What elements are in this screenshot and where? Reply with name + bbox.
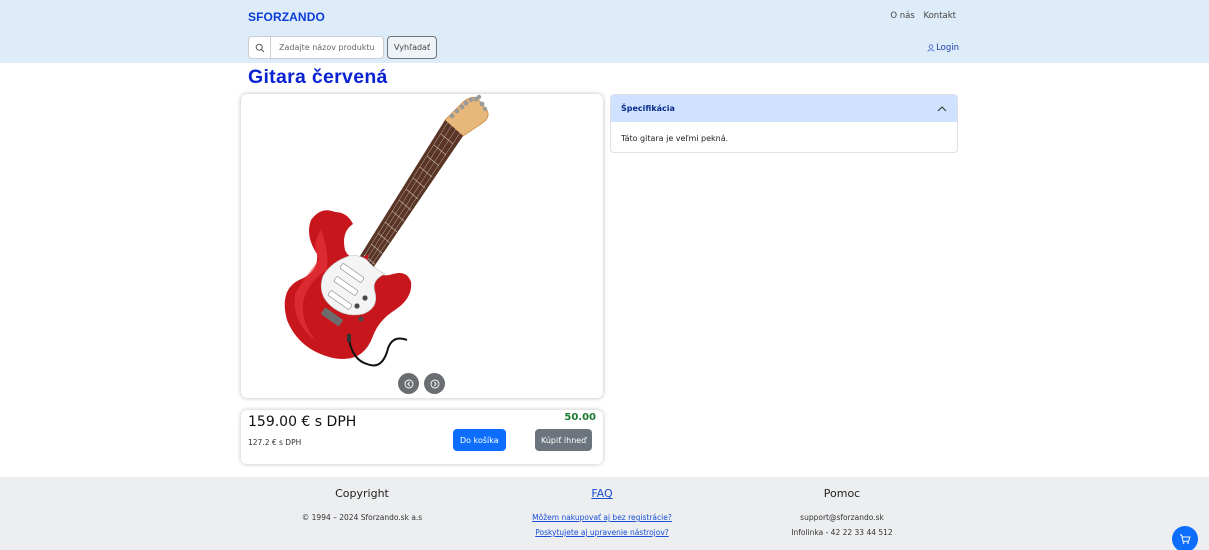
- footer-help: Pomoc support@sforzando.sk Infolinka - 4…: [722, 477, 962, 537]
- discount-value: 50.00: [564, 412, 596, 423]
- copyright-title: Copyright: [335, 487, 389, 500]
- help-phone: Infolinka - 42 22 33 44 512: [791, 528, 893, 537]
- brand-logo[interactable]: SFORZANDO: [248, 10, 325, 24]
- search-button[interactable]: Vyhľadať: [387, 36, 438, 59]
- next-arrow-icon: [430, 379, 439, 388]
- cart-icon: [1180, 534, 1191, 544]
- faq-title[interactable]: FAQ: [482, 487, 722, 500]
- search-group: Vyhľadať: [248, 36, 438, 59]
- footer-faq: FAQ Môžem nakupovať aj bez registrácie? …: [482, 477, 722, 537]
- buy-now-button[interactable]: Kúpiť ihneď: [535, 429, 593, 451]
- help-email: support@sforzando.sk: [800, 513, 884, 522]
- floating-cart-button[interactable]: [1172, 526, 1198, 550]
- login-link[interactable]: Login: [927, 43, 959, 53]
- spec-accordion-header[interactable]: Špecifikácia: [611, 95, 957, 122]
- user-icon: [927, 44, 935, 52]
- carousel-next-button[interactable]: [424, 373, 445, 394]
- faq-link-registration[interactable]: Môžem nakupovať aj bez registrácie?: [532, 513, 672, 522]
- copyright-text: © 1994 – 2024 Sforzando.sk a.s: [301, 513, 423, 522]
- prev-arrow-icon: [404, 379, 413, 388]
- price-with-vat: 159.00 € s DPH: [248, 414, 357, 430]
- search-input[interactable]: [270, 36, 384, 59]
- spec-accordion: Špecifikácia Táto gitara je veľmi pekná.: [610, 94, 958, 153]
- nav-link-contact[interactable]: Kontakt: [923, 11, 956, 21]
- price-without-vat: 127.2 € s DPH: [248, 438, 302, 447]
- add-to-cart-button[interactable]: Do košíka: [453, 429, 506, 451]
- product-image-carousel: [241, 94, 603, 398]
- nav-link-about[interactable]: O nás: [890, 11, 914, 21]
- footer-copyright: Copyright © 1994 – 2024 Sforzando.sk a.s: [242, 477, 482, 522]
- help-title: Pomoc: [823, 487, 861, 500]
- chevron-up-icon: [937, 105, 947, 111]
- spec-body: Táto gitara je veľmi pekná.: [621, 134, 729, 143]
- footer: Copyright © 1994 – 2024 Sforzando.sk a.s…: [0, 477, 1209, 550]
- header: SFORZANDO O nás Kontakt Vyhľadať Login: [0, 0, 1209, 63]
- carousel-prev-button[interactable]: [398, 373, 419, 394]
- faq-link-adjustment[interactable]: Poskytujete aj upravenie nástrojov?: [535, 528, 669, 537]
- login-label: Login: [936, 43, 959, 53]
- page-title: Gitara červená: [248, 66, 388, 88]
- spec-title: Špecifikácia: [621, 104, 675, 113]
- search-icon: [248, 36, 270, 59]
- product-image: [284, 94, 489, 367]
- top-nav: O nás Kontakt: [884, 11, 956, 21]
- price-card: 159.00 € s DPH 127.2 € s DPH 50.00 Do ko…: [241, 410, 603, 464]
